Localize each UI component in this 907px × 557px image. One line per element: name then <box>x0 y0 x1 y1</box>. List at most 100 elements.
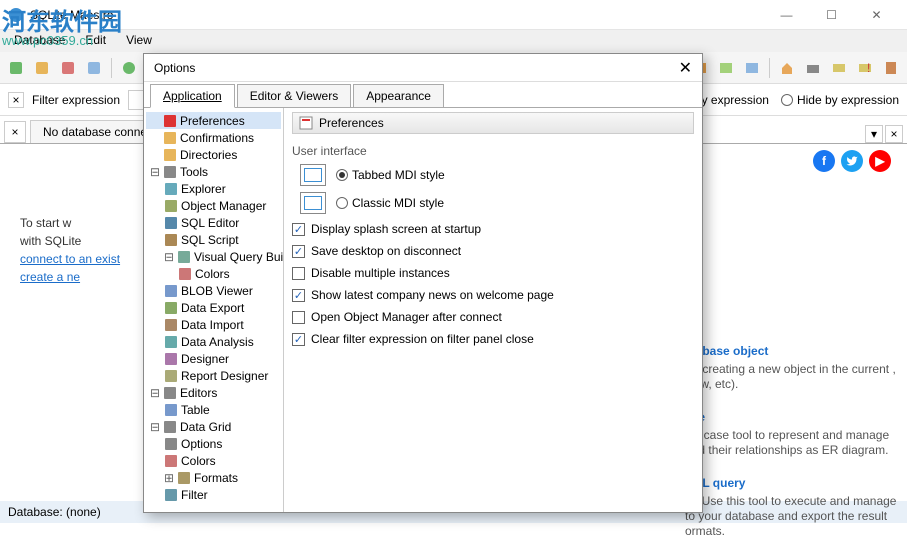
toolbar-home-icon[interactable] <box>775 56 799 80</box>
card-database-object-title[interactable]: atabase object <box>685 344 907 358</box>
checkbox-clear-filter-expression-on-fil[interactable]: Clear filter expression on filter panel … <box>292 332 694 346</box>
tabbed-mdi-radio[interactable]: Tabbed MDI style <box>336 168 445 182</box>
toolbar-printer-icon[interactable] <box>801 56 825 80</box>
dialog-tab-appearance[interactable]: Appearance <box>353 84 444 107</box>
tree-item-blob-viewer[interactable]: BLOB Viewer <box>146 282 281 299</box>
classic-mdi-radio[interactable]: Classic MDI style <box>336 196 444 210</box>
tab-close-button[interactable]: × <box>885 125 903 143</box>
checkbox-show-latest-company-news-on-we[interactable]: Show latest company news on welcome page <box>292 288 694 302</box>
tree-item-explorer[interactable]: Explorer <box>146 180 281 197</box>
hide-by-expression-radio[interactable]: Hide by expression <box>781 93 899 107</box>
checkbox-box[interactable] <box>292 245 305 258</box>
filter-close-button[interactable]: × <box>8 92 24 108</box>
tree-item-data-export[interactable]: Data Export <box>146 299 281 316</box>
app-icon <box>8 7 24 23</box>
toolbar-separator <box>111 58 112 78</box>
options-pane: Preferences User interface Tabbed MDI st… <box>284 108 702 512</box>
toolbar-btn-1[interactable] <box>4 56 28 80</box>
tree-item-table[interactable]: Table <box>146 401 281 418</box>
toolbar-btn-r3[interactable] <box>714 56 738 80</box>
editors-icon <box>163 386 177 400</box>
toolbar-mail-icon[interactable] <box>827 56 851 80</box>
tree-item-designer[interactable]: Designer <box>146 350 281 367</box>
toolbar-btn-2[interactable] <box>30 56 54 80</box>
tree-item-colors[interactable]: Colors <box>146 452 281 469</box>
tree-item-data-analysis[interactable]: Data Analysis <box>146 333 281 350</box>
checkbox-box[interactable] <box>292 333 305 346</box>
checkbox-box[interactable] <box>292 223 305 236</box>
facebook-icon[interactable]: f <box>813 150 835 172</box>
tree-item-sql-editor[interactable]: SQL Editor <box>146 214 281 231</box>
card-sql-query-title[interactable]: SQL query <box>685 476 907 490</box>
close-button[interactable]: ✕ <box>854 0 899 30</box>
tree-item-sql-script[interactable]: SQL Script <box>146 231 281 248</box>
dialog-close-button[interactable]: ✕ <box>679 58 692 78</box>
options-dialog: Options ✕ Application Editor & Viewers A… <box>143 53 703 513</box>
create-new-link[interactable]: create a ne <box>20 270 80 284</box>
checkbox-box[interactable] <box>292 289 305 302</box>
checkbox-save-desktop-on-disconnect[interactable]: Save desktop on disconnect <box>292 244 694 258</box>
classic-mdi-icon <box>300 192 326 214</box>
menubar: Database Edit View <box>0 30 907 52</box>
toolbar-btn-4[interactable] <box>82 56 106 80</box>
tree-item-directories[interactable]: Directories <box>146 146 281 163</box>
card-ase-title[interactable]: ase <box>685 410 907 424</box>
grid-icon <box>163 420 177 434</box>
user-interface-label: User interface <box>292 144 694 158</box>
checkbox-box[interactable] <box>292 267 305 280</box>
tree-item-editors[interactable]: ⊟Editors <box>146 384 281 401</box>
tree-item-tools[interactable]: ⊟Tools <box>146 163 281 180</box>
maximize-button[interactable]: ☐ <box>809 0 854 30</box>
toolbar-btn-5[interactable] <box>117 56 141 80</box>
tree-item-visual-query-build[interactable]: ⊟Visual Query Build <box>146 248 281 265</box>
tree-item-options[interactable]: Options <box>146 435 281 452</box>
connect-existing-link[interactable]: connect to an exist <box>20 252 120 266</box>
menu-view[interactable]: View <box>116 30 162 52</box>
options-tree: PreferencesConfirmationsDirectories⊟Tool… <box>144 108 284 512</box>
pane-title: Preferences <box>319 116 384 130</box>
checkbox-disable-multiple-instances[interactable]: Disable multiple instances <box>292 266 694 280</box>
tree-item-confirmations[interactable]: Confirmations <box>146 129 281 146</box>
formats-icon <box>177 471 191 485</box>
tree-item-colors[interactable]: Colors <box>146 265 281 282</box>
checkbox-box[interactable] <box>292 311 305 324</box>
tree-item-data-grid[interactable]: ⊟Data Grid <box>146 418 281 435</box>
titlebar: SQLite Maestro — ☐ ✕ <box>0 0 907 30</box>
checkbox-display-splash-screen-at-start[interactable]: Display splash screen at startup <box>292 222 694 236</box>
import-icon <box>164 318 178 332</box>
tree-item-object-manager[interactable]: Object Manager <box>146 197 281 214</box>
window-title: SQLite Maestro <box>30 8 113 22</box>
toolbar-btn-r4[interactable] <box>740 56 764 80</box>
tab-close-left-button[interactable]: × <box>4 121 26 143</box>
designer-icon <box>164 352 178 366</box>
script-icon <box>164 233 178 247</box>
tree-item-preferences[interactable]: Preferences <box>146 112 281 129</box>
folder-icon <box>163 131 177 145</box>
tab-dropdown-button[interactable]: ▾ <box>865 125 883 143</box>
youtube-icon[interactable]: ▶ <box>869 150 891 172</box>
table-icon <box>164 403 178 417</box>
analysis-icon <box>164 335 178 349</box>
menu-database[interactable]: Database <box>4 30 75 52</box>
dialog-tab-editor-viewers[interactable]: Editor & Viewers <box>237 84 351 107</box>
colors-icon <box>164 454 178 468</box>
card-ase-body: cal case tool to represent and manage an… <box>685 428 907 458</box>
filter-label: Filter expression <box>32 93 120 107</box>
toolbar-book-icon[interactable] <box>879 56 903 80</box>
menu-edit[interactable]: Edit <box>75 30 116 52</box>
tree-item-data-import[interactable]: Data Import <box>146 316 281 333</box>
toolbar-separator <box>769 58 770 78</box>
tree-item-filter[interactable]: Filter <box>146 486 281 503</box>
card-database-object-body: for creating a new object in the current… <box>685 362 907 392</box>
twitter-icon[interactable] <box>841 150 863 172</box>
tabbed-mdi-icon <box>300 164 326 186</box>
card-sql-query-body: or. Use this tool to execute and manage … <box>685 494 907 539</box>
toolbar-btn-3[interactable] <box>56 56 80 80</box>
report-icon <box>164 369 178 383</box>
tree-item-report-designer[interactable]: Report Designer <box>146 367 281 384</box>
dialog-tab-application[interactable]: Application <box>150 84 235 108</box>
minimize-button[interactable]: — <box>764 0 809 30</box>
checkbox-open-object-manager-after-conn[interactable]: Open Object Manager after connect <box>292 310 694 324</box>
tree-item-formats[interactable]: ⊞Formats <box>146 469 281 486</box>
toolbar-mail2-icon[interactable]: ! <box>853 56 877 80</box>
